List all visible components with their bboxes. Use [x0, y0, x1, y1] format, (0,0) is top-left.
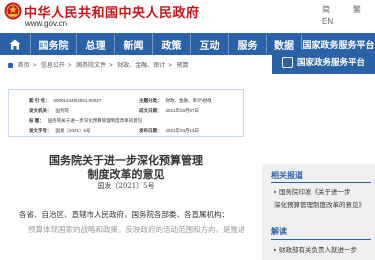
info-publish-date: 发布日期： 2021年04月13日	[139, 127, 200, 133]
info-date: 成文日期： 2021年03月07日	[139, 107, 200, 113]
document-paragraph: 预算体现国家的战略和政策，反映政府的活动范围和方向，是推进国家治理体系和治理能力	[28, 225, 244, 234]
service-platform-banner[interactable]: 国家政务服务平台	[272, 50, 375, 74]
breadcrumb-item[interactable]: 首页	[18, 63, 30, 69]
site-header: 中华人民共和国中央人民政府 www.gov.cn 简 繁 EN	[0, 0, 375, 33]
nav-item-premier[interactable]: 总理	[76, 33, 114, 55]
interpretation-link[interactable]: 财政部有关负责人就进一步	[274, 244, 357, 254]
header-link-english[interactable]: EN	[322, 17, 333, 26]
nav-home[interactable]	[0, 33, 30, 55]
national-emblem-icon	[4, 2, 22, 20]
nav-item-state-council[interactable]: 国务院	[30, 33, 76, 55]
related-link-continued[interactable]: 深化预算管理制度改革的意见》	[274, 199, 365, 209]
page: 中华人民共和国中央人民政府 www.gov.cn 简 繁 EN 国务院 总理 新…	[0, 0, 375, 260]
platform-logo-icon	[281, 56, 293, 68]
info-category: 主题分类： 财政、金融、审计\财政	[139, 97, 212, 103]
related-reports-heading: 相关报道	[271, 171, 303, 180]
document-info-box: 索 引 号： 000014349/2021-00027 主题分类： 财政、金融、审计…	[8, 89, 244, 137]
nav-item-services[interactable]: 服务	[228, 33, 266, 55]
header-link-traditional[interactable]: 繁	[353, 4, 361, 15]
breadcrumb-item[interactable]: 预算	[176, 63, 188, 69]
location-icon	[8, 62, 13, 68]
divider	[271, 239, 371, 240]
info-issuer: 发文机关： 国务院	[29, 107, 69, 113]
breadcrumb-item[interactable]: 财政、金融、审计	[117, 63, 165, 69]
document-salutation: 各省、自治区、直辖市人民政府，国务院各部委、各直属机构：	[19, 210, 229, 219]
document-number: 国发〔2021〕5号	[97, 182, 155, 190]
bullet-icon	[274, 249, 276, 252]
divider	[271, 182, 371, 183]
interpretation-heading: 解读	[271, 227, 287, 236]
related-link[interactable]: 国务院印发《关于进一步	[274, 186, 351, 196]
nav-item-news[interactable]: 新闻	[114, 33, 152, 55]
document-title-line-2: 制度改革的意见	[87, 168, 165, 181]
site-url: www.gov.cn	[25, 19, 68, 28]
home-icon	[9, 39, 21, 49]
breadcrumb: 首页 > 信息公开 > 国务院文件 > 财政、金融、审计 > 预算	[8, 60, 192, 69]
bullet-icon	[274, 191, 276, 194]
nav-item-policy[interactable]: 政策	[152, 33, 190, 55]
breadcrumb-item[interactable]: 国务院文件	[76, 63, 106, 69]
breadcrumb-item[interactable]: 信息公开	[41, 63, 65, 69]
info-index: 索 引 号： 000014349/2021-00027	[29, 97, 102, 104]
header-link-simplified[interactable]: 简	[322, 4, 330, 15]
nav-item-interaction[interactable]: 互动	[190, 33, 228, 55]
info-title: 标 题： 国务院关于进一步深化预算管理制度改革的意见	[29, 117, 143, 123]
info-doc-number: 发文字号： 国发〔2021〕5号	[29, 127, 91, 133]
